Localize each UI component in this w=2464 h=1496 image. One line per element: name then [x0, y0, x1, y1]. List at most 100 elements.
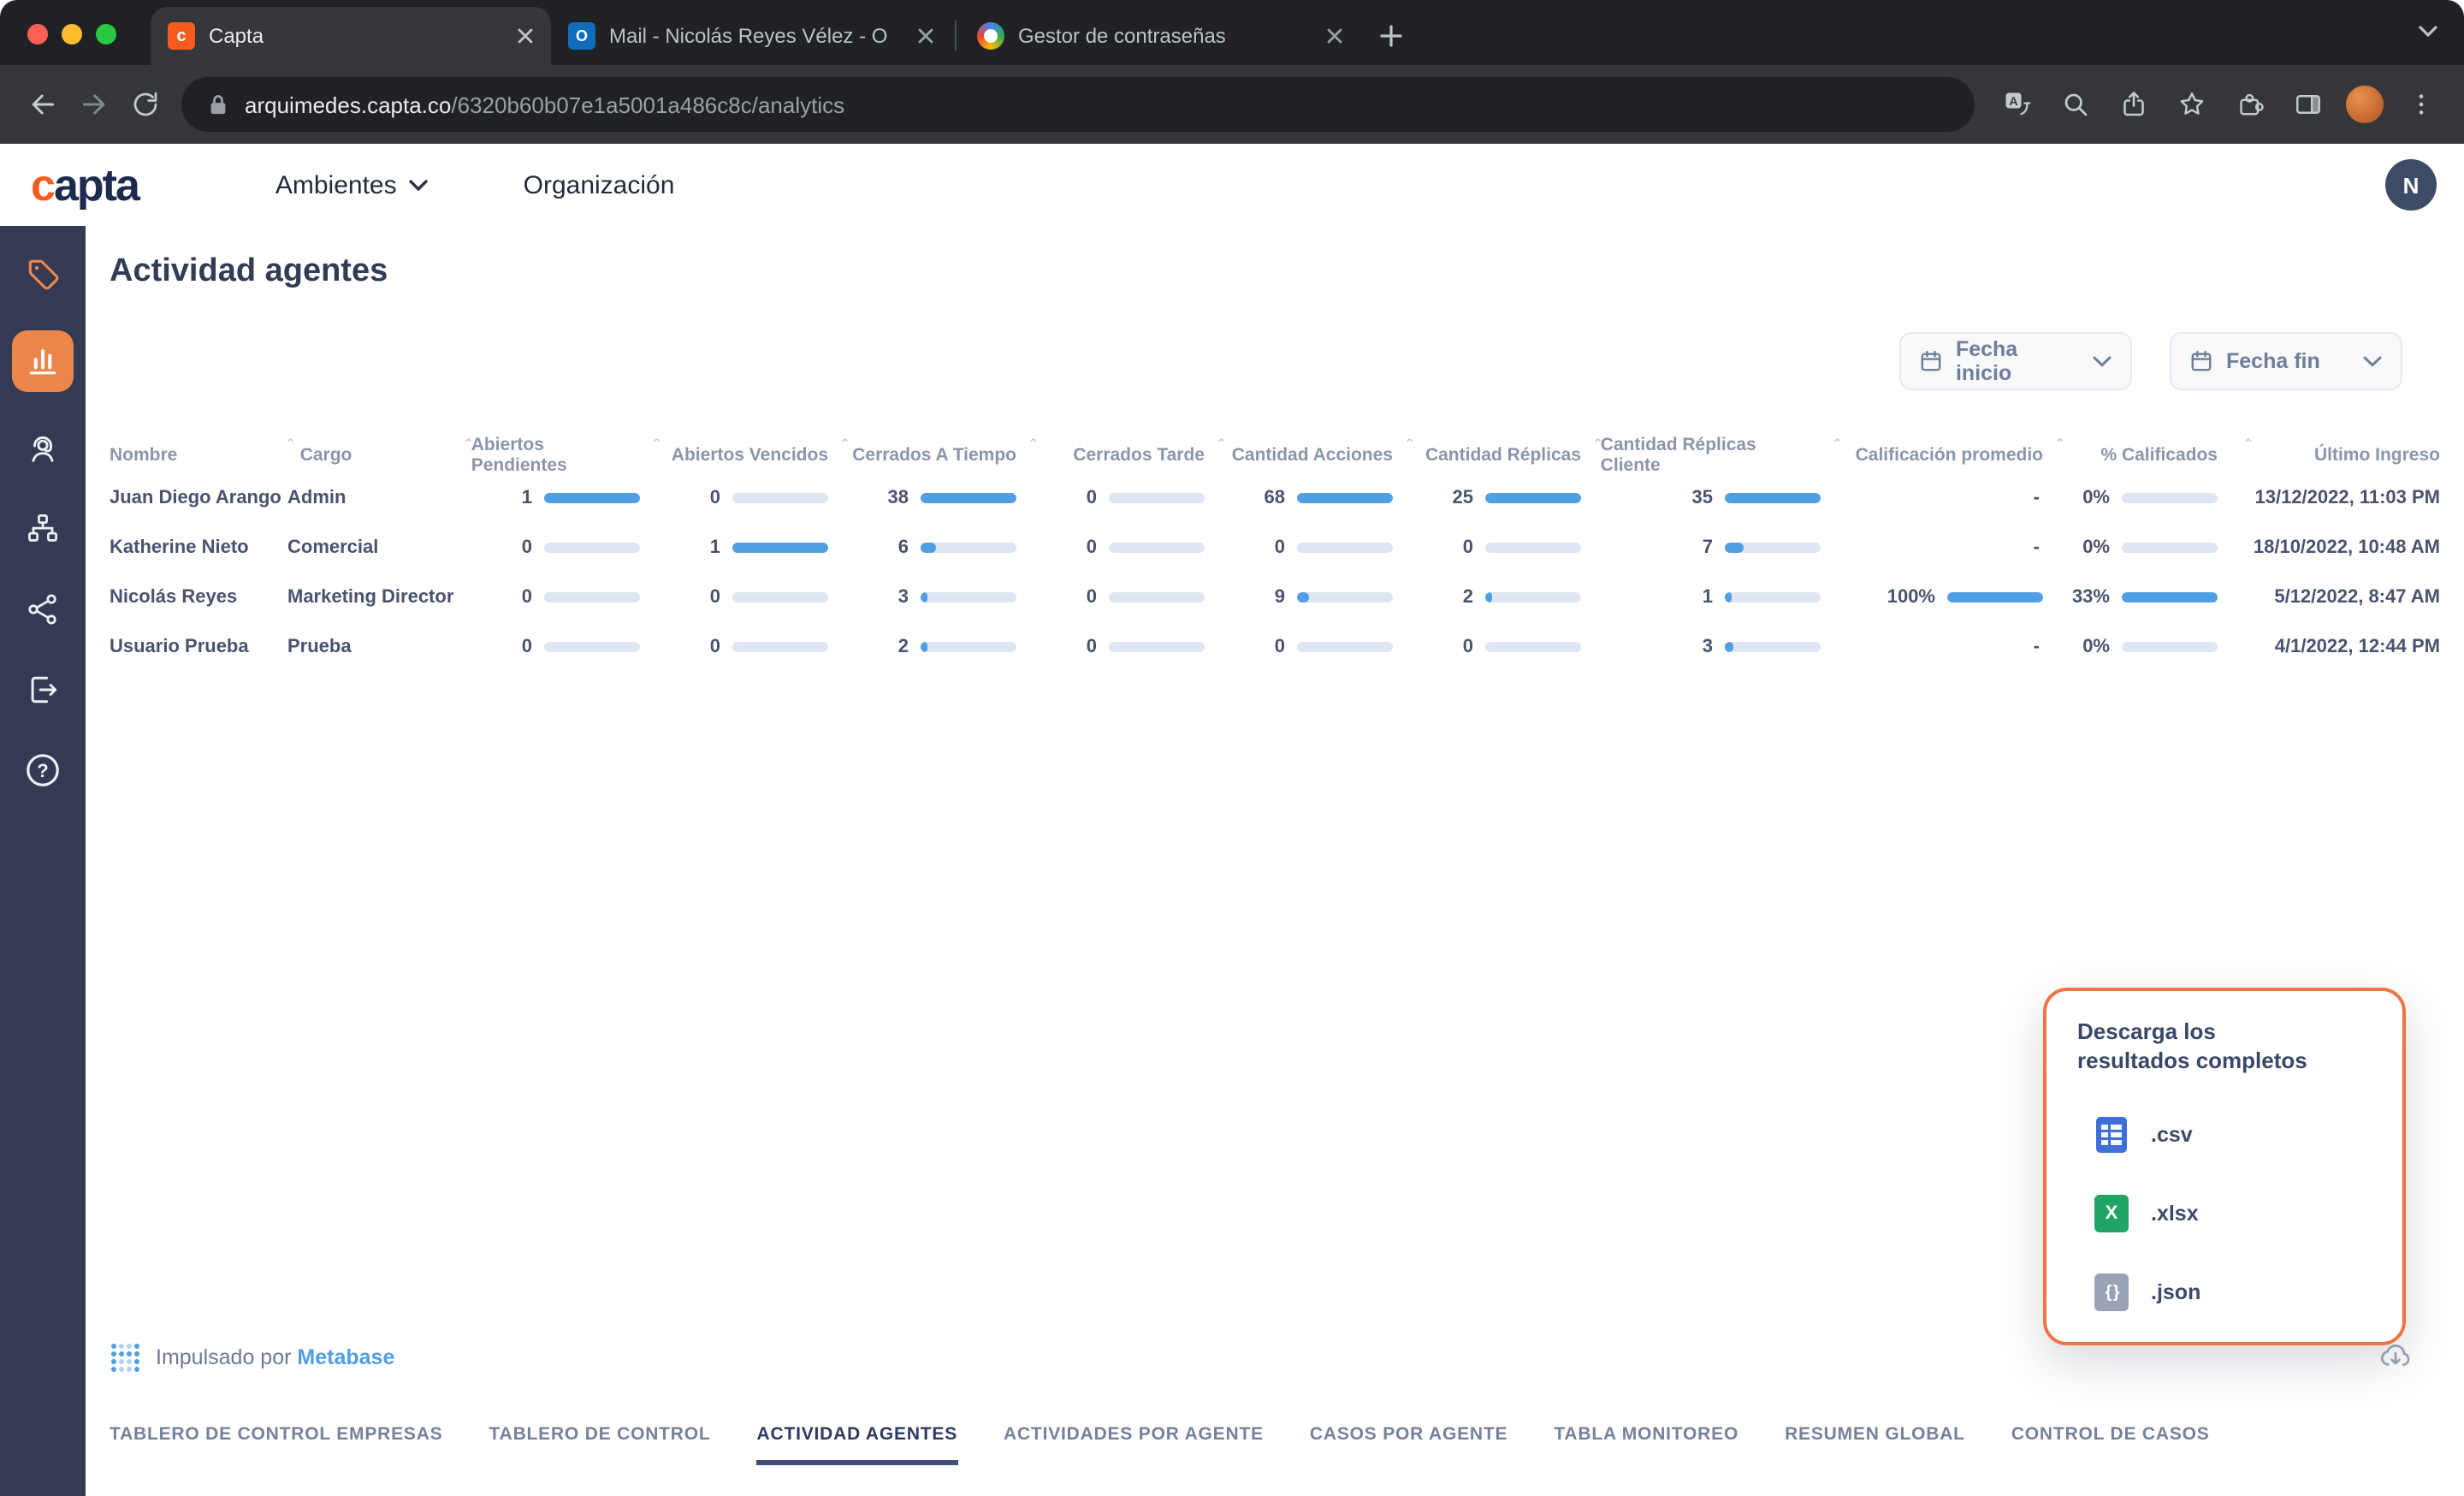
column-header[interactable]: ˆ Calificación promedio	[1834, 439, 2057, 466]
cell-metric: -	[1834, 636, 2057, 656]
mini-bar	[1947, 591, 2043, 602]
browser-menu-button[interactable]	[2396, 79, 2447, 130]
column-header[interactable]: Nombre	[110, 445, 287, 466]
workflow-icon[interactable]	[19, 505, 67, 553]
mini-bar	[1109, 641, 1205, 651]
cell-value: Juan Diego Arango	[110, 487, 281, 508]
tab-title: Capta	[209, 24, 264, 48]
download-option-json[interactable]: { } .json	[2077, 1273, 2372, 1312]
cell-text: Marketing Director	[287, 586, 465, 607]
column-header-label: Abiertos Vencidos	[671, 445, 828, 466]
browser-tab-mail[interactable]: O Mail - Nicolás Reyes Vélez - O	[551, 7, 951, 65]
cell-value: 0	[1086, 487, 1097, 508]
column-header[interactable]: ˆ Cantidad Réplicas Cliente	[1595, 435, 1834, 476]
column-header[interactable]: ˆ Abiertos Vencidos	[654, 439, 842, 466]
close-tab-icon[interactable]	[1326, 27, 1343, 45]
mini-bar	[1109, 542, 1205, 552]
address-bar[interactable]: arquimedes.capta.co/6320b60b07e1a5001a48…	[181, 77, 1975, 132]
zoom-window-button[interactable]	[96, 24, 116, 45]
column-header[interactable]: ˆ Cerrados A Tiempo	[842, 439, 1030, 466]
mini-bar	[1109, 591, 1205, 602]
search-button[interactable]	[2050, 79, 2101, 130]
svg-text:A: A	[2009, 95, 2017, 109]
help-icon[interactable]: ?	[19, 746, 67, 794]
minimize-window-button[interactable]	[62, 24, 82, 45]
dashboard-tab-casos-por-agente[interactable]: CASOS POR AGENTE	[1310, 1424, 1507, 1465]
table-row[interactable]: Katherine Nieto Comercial 0 1 6 0 0 0 7 - 0% 18/10/…	[110, 522, 2464, 572]
browser-window: c Capta O Mail - Nicolás Reyes Vélez - O…	[0, 0, 2464, 1496]
cell-metric: 7	[1595, 537, 1834, 557]
table-row[interactable]: Nicolás Reyes Marketing Director 0 0 3 0 9 2 1 10…	[110, 572, 2464, 621]
logout-icon[interactable]	[19, 666, 67, 714]
mini-bar	[1485, 591, 1581, 602]
browser-tab-capta[interactable]: c Capta	[151, 7, 551, 65]
tab-search-button[interactable]	[2416, 19, 2440, 51]
dashboard-tab-actividades-por-agente[interactable]: ACTIVIDADES POR AGENTE	[1004, 1424, 1264, 1465]
column-header[interactable]: ˆ Cerrados Tarde	[1030, 439, 1218, 466]
cell-metric: 0	[1030, 487, 1218, 508]
column-header[interactable]: ˆ Último Ingreso	[2245, 439, 2440, 466]
column-header[interactable]: ˆ % Calificados	[2057, 439, 2245, 466]
cell-value: 0	[1274, 636, 1285, 656]
dashboard-tab-tablero-de-control[interactable]: TABLERO DE CONTROL	[489, 1424, 711, 1465]
cell-metric: 0%	[2057, 487, 2245, 508]
plus-icon	[1380, 25, 1402, 47]
nav-organizacion[interactable]: Organización	[524, 170, 675, 199]
chevron-down-icon	[2419, 26, 2437, 38]
dashboard-tab-tablero-de-control-empresas[interactable]: TABLERO DE CONTROL EMPRESAS	[110, 1424, 443, 1465]
bookmark-button[interactable]	[2166, 79, 2218, 130]
table-body: Juan Diego Arango Admin 1 0 38 0 68 25 35 - 0% 13/1…	[110, 472, 2464, 671]
close-tab-icon[interactable]	[917, 27, 934, 45]
cell-metric: 0	[465, 586, 654, 607]
analytics-icon[interactable]	[12, 330, 74, 392]
new-tab-button[interactable]	[1367, 12, 1415, 60]
column-header[interactable]: ˆ Cantidad Réplicas	[1407, 439, 1595, 466]
mini-bar	[1297, 641, 1393, 651]
end-date-filter[interactable]: Fecha fin	[2170, 332, 2402, 390]
cell-metric: 0	[1030, 636, 1218, 656]
dashboard-tab-control-de-casos[interactable]: CONTROL DE CASOS	[2011, 1424, 2210, 1465]
table-row[interactable]: Juan Diego Arango Admin 1 0 38 0 68 25 35 - 0% 13/1…	[110, 472, 2464, 522]
extensions-button[interactable]	[2224, 79, 2276, 130]
column-header[interactable]: ˆ Cantidad Acciones	[1218, 439, 1407, 466]
download-option-xlsx[interactable]: X .xlsx	[2077, 1195, 2372, 1233]
network-icon[interactable]	[19, 585, 67, 633]
nav-ambientes[interactable]: Ambientes	[275, 170, 428, 199]
dashboard-tab-resumen-global[interactable]: RESUMEN GLOBAL	[1785, 1424, 1965, 1465]
cell-text: Admin	[287, 487, 465, 508]
user-avatar[interactable]: N	[2385, 159, 2437, 211]
tag-icon[interactable]	[19, 250, 67, 298]
cell-metric: 1	[1595, 586, 1834, 607]
forward-button[interactable]	[68, 79, 120, 130]
column-header[interactable]: ˆ Cargo	[287, 439, 465, 466]
cell-metric: 3	[842, 586, 1030, 607]
share-button[interactable]	[2108, 79, 2159, 130]
dashboard-tab-tabla-monitoreo[interactable]: TABLA MONITOREO	[1554, 1424, 1738, 1465]
metabase-link[interactable]: Metabase	[297, 1345, 394, 1369]
capta-logo[interactable]: capta	[31, 163, 140, 207]
dashboard-content: Actividad agentes Fecha inicio Fecha fin…	[86, 226, 2464, 1496]
cell-metric: 1	[465, 487, 654, 508]
column-header[interactable]: ˆ Abiertos Pendientes	[465, 435, 654, 476]
cell-value: -	[2033, 636, 2040, 656]
translate-button[interactable]: A	[1992, 79, 2043, 130]
side-panel-button[interactable]	[2283, 79, 2334, 130]
browser-profile-avatar[interactable]	[2346, 86, 2384, 123]
cell-value: Nicolás Reyes	[110, 586, 238, 607]
table-row[interactable]: Usuario Prueba Prueba 0 0 2 0 0 0 3 - 0% 4/1/2022, …	[110, 621, 2464, 671]
sort-caret-icon: ˆ	[842, 438, 848, 457]
agents-icon[interactable]	[19, 424, 67, 472]
column-header-label: Abiertos Pendientes	[471, 435, 567, 476]
dashboard-tab-actividad-agentes[interactable]: ACTIVIDAD AGENTES	[756, 1424, 958, 1465]
cell-value: -	[2033, 537, 2040, 557]
table-header-row: Nombre ˆ Cargo ˆ Abiertos Pendientes ˆ Abierto…	[110, 435, 2464, 476]
back-button[interactable]	[17, 79, 68, 130]
download-option-csv[interactable]: .csv	[2077, 1117, 2372, 1155]
browser-tab-passwords[interactable]: Gestor de contraseñas	[960, 7, 1360, 65]
chevron-down-icon	[408, 179, 428, 190]
close-tab-icon[interactable]	[517, 27, 534, 45]
reload-button[interactable]	[120, 79, 171, 130]
cell-value: 25	[1452, 487, 1474, 508]
close-window-button[interactable]	[27, 24, 48, 45]
start-date-filter[interactable]: Fecha inicio	[1899, 332, 2132, 390]
